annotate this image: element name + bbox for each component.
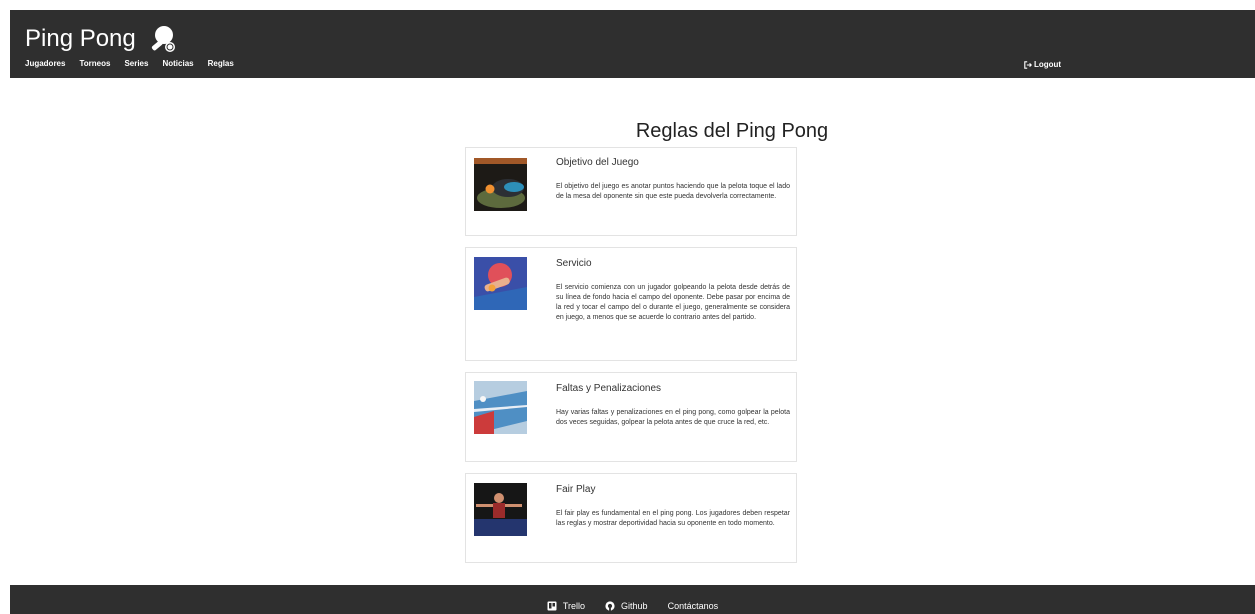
rule-text: El fair play es fundamental en el ping p… (556, 510, 790, 527)
serve-photo (474, 257, 527, 310)
rule-title: Servicio (556, 258, 592, 269)
rule-card-fairplay: Fair Play El fair play es fundamental en… (465, 473, 797, 563)
github-icon (605, 601, 615, 611)
logout-label[interactable]: Logout (1034, 60, 1061, 69)
footer-contact-label[interactable]: Contáctanos (668, 601, 719, 611)
logout-icon (1024, 60, 1032, 69)
top-navbar: Ping Pong Jugadores Torneos Series Notic… (10, 10, 1255, 78)
footer-contact-link[interactable]: Contáctanos (668, 601, 719, 611)
nav-noticias[interactable]: Noticias (162, 59, 193, 68)
logout-link[interactable]: Logout (1024, 60, 1061, 69)
rule-card-servicio: Servicio El servicio comienza con un jug… (465, 247, 797, 361)
main-nav: Jugadores Torneos Series Noticias Reglas (25, 59, 234, 68)
footer-github-link[interactable]: Github (605, 601, 648, 611)
rule-text: Hay varias faltas y penalizaciones en el… (556, 409, 790, 426)
brand[interactable]: Ping Pong (25, 24, 178, 54)
rule-title: Fair Play (556, 484, 596, 495)
rule-card-objetivo: Objetivo del Juego El objetivo del juego… (465, 147, 797, 236)
footer-trello-link[interactable]: Trello (547, 601, 585, 611)
player-photo (474, 483, 527, 536)
footer-links: Trello Github Contáctanos (10, 601, 1255, 611)
rule-title: Objetivo del Juego (556, 157, 639, 168)
rule-text: El servicio comienza con un jugador golp… (556, 284, 790, 321)
footer-github-label[interactable]: Github (621, 601, 648, 611)
paddle-and-ball-photo (474, 158, 527, 211)
table-photo (474, 381, 527, 434)
footer: Trello Github Contáctanos (10, 585, 1255, 614)
page-title: Reglas del Ping Pong (635, 120, 829, 142)
footer-trello-label[interactable]: Trello (563, 601, 585, 611)
nav-jugadores[interactable]: Jugadores (25, 59, 65, 68)
ping-pong-paddle-icon (151, 26, 175, 52)
brand-title[interactable]: Ping Pong (25, 25, 136, 53)
nav-torneos[interactable]: Torneos (79, 59, 110, 68)
rule-text: El objetivo del juego es anotar puntos h… (556, 183, 790, 200)
trello-icon (547, 601, 557, 611)
nav-series[interactable]: Series (124, 59, 148, 68)
rule-title: Faltas y Penalizaciones (556, 383, 662, 394)
nav-reglas[interactable]: Reglas (208, 59, 234, 68)
rule-card-faltas: Faltas y Penalizaciones Hay varias falta… (465, 372, 797, 462)
